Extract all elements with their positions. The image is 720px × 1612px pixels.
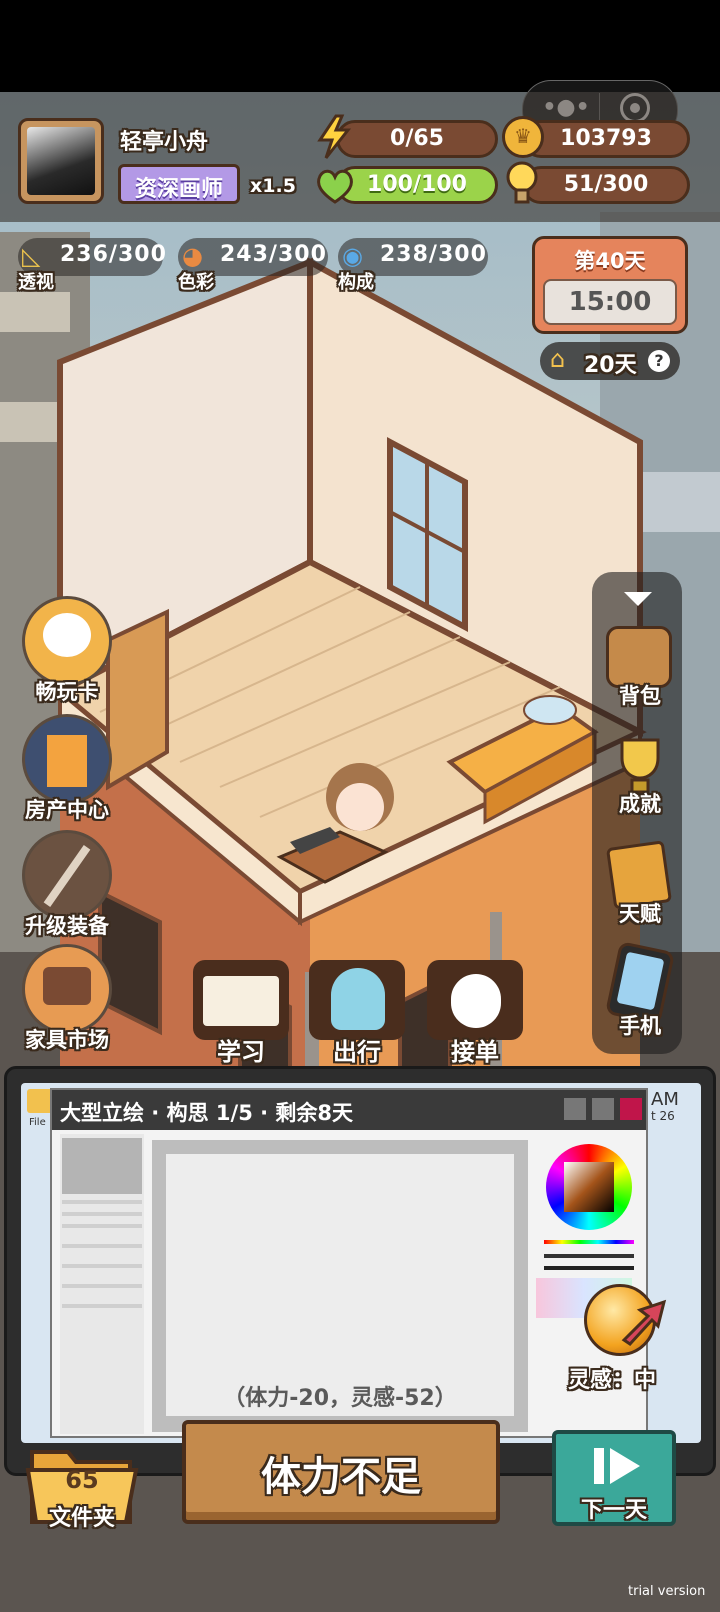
- maximize-button[interactable]: [592, 1098, 614, 1120]
- house-icon: ⌂: [550, 345, 566, 373]
- close-button[interactable]: [620, 1098, 642, 1120]
- triangle-down-icon[interactable]: [620, 586, 656, 610]
- action-label: 出行: [333, 1038, 381, 1066]
- furniture-icon: [22, 944, 112, 1034]
- skill-perspective[interactable]: ◺ 236/300 透视: [18, 238, 166, 293]
- avatar-portrait: [27, 127, 95, 195]
- skill-label: 透视: [18, 272, 54, 293]
- drawing-canvas[interactable]: [166, 1154, 514, 1416]
- menu-play-card[interactable]: 畅玩卡: [22, 596, 112, 706]
- menu-label: 成就: [619, 792, 661, 816]
- task-title: 大型立绘 · 构思 1/5 · 剩余8天: [60, 1101, 354, 1125]
- ruler-icon: ◺: [22, 242, 41, 270]
- action-take-order[interactable]: 接单: [420, 960, 530, 1067]
- value-slider[interactable]: [544, 1266, 634, 1270]
- rabbit-icon: [427, 960, 523, 1040]
- skill-value: 236/300: [60, 242, 167, 267]
- action-label: 学习: [217, 1038, 265, 1066]
- calendar[interactable]: 第40天 15:00: [532, 236, 688, 334]
- title-badge[interactable]: 资深画师: [118, 164, 240, 204]
- action-study[interactable]: 学习: [186, 960, 296, 1067]
- corner-text-am: AM: [651, 1089, 679, 1110]
- action-travel[interactable]: 出行: [302, 960, 412, 1067]
- menu-label: 手机: [619, 1014, 661, 1038]
- status-bar-area: [0, 0, 720, 92]
- ghost-icon: [309, 960, 405, 1040]
- inspiration-value: 51/300: [563, 172, 649, 197]
- trophy-icon: [610, 734, 670, 796]
- energy-bar[interactable]: 0/65: [336, 120, 498, 158]
- crown-coin-icon: ♛: [502, 116, 544, 158]
- layer-panel: [60, 1134, 144, 1434]
- saturation-slider[interactable]: [544, 1254, 634, 1258]
- rent-days: 20天: [584, 353, 637, 378]
- inspiration-bar[interactable]: 51/300: [522, 166, 690, 204]
- menu-upgrade-equipment[interactable]: 升级装备: [22, 830, 112, 940]
- inspiration-level: 灵感：中: [568, 1368, 657, 1393]
- folder-button[interactable]: 65 文件夹: [22, 1430, 142, 1531]
- painting-window: 大型立绘 · 构思 1/5 · 剩余8天 （体力-20，灵感-52）: [50, 1088, 648, 1438]
- menu-label: 天赋: [619, 902, 661, 926]
- main-action-label: 体力不足: [261, 1454, 421, 1500]
- palette-icon: ◕: [182, 242, 203, 270]
- skill-value: 243/300: [220, 242, 327, 267]
- skill-label: 构成: [338, 272, 374, 293]
- menu-label: 家具市场: [25, 1028, 109, 1052]
- menu-label: 房产中心: [25, 798, 109, 822]
- folder-label: 文件夹: [48, 1506, 115, 1531]
- lightning-icon: [314, 114, 354, 160]
- dog-card-icon: [22, 596, 112, 686]
- coins-bar[interactable]: 103793: [522, 120, 690, 158]
- hue-slider[interactable]: [544, 1240, 634, 1244]
- skill-composition[interactable]: ◉ 238/300 构成: [338, 238, 488, 293]
- corner-text-t: t 26: [651, 1109, 675, 1123]
- coins-value: 103793: [560, 126, 652, 151]
- question-icon[interactable]: ?: [648, 350, 670, 372]
- avatar[interactable]: [18, 118, 104, 204]
- menu-property-center[interactable]: 房产中心: [22, 714, 112, 824]
- energy-value: 0/65: [390, 126, 444, 151]
- next-day-button[interactable]: 下一天: [552, 1430, 676, 1526]
- color-wheel[interactable]: [546, 1144, 632, 1230]
- menu-furniture-market[interactable]: 家具市场: [22, 944, 112, 1054]
- window-titlebar: 大型立绘 · 构思 1/5 · 剩余8天: [52, 1090, 646, 1130]
- menu-label: 畅玩卡: [35, 680, 99, 704]
- building-icon: [22, 714, 112, 804]
- lightbulb-icon: [505, 160, 539, 206]
- health-value: 100/100: [367, 172, 467, 197]
- arrow-up-icon: [618, 1296, 668, 1346]
- minimize-button[interactable]: [564, 1098, 586, 1120]
- title-badge-label: 资深画师: [134, 177, 223, 202]
- multiplier-text: x1.5: [250, 175, 296, 197]
- camera-icon: ◉: [342, 242, 363, 270]
- task-cost: （体力-20，灵感-52）: [223, 1386, 457, 1411]
- next-day-label: 下一天: [580, 1498, 647, 1523]
- backpack-icon: [606, 626, 672, 688]
- file-label: File: [29, 1117, 46, 1128]
- health-bar[interactable]: 100/100: [336, 166, 498, 204]
- skill-label: 色彩: [178, 272, 214, 293]
- folder-count: 65: [65, 1466, 99, 1494]
- calendar-day: 第40天: [574, 249, 646, 273]
- calendar-time: 15:00: [543, 279, 677, 325]
- menu-label: 升级装备: [25, 914, 109, 938]
- play-next-icon: [590, 1444, 644, 1488]
- skill-color[interactable]: ◕ 243/300 色彩: [178, 238, 328, 293]
- rent-remaining[interactable]: ⌂ 20天 ?: [540, 342, 680, 380]
- watermark: trial version: [628, 1584, 706, 1599]
- heart-icon: [314, 166, 356, 206]
- menu-label: 背包: [619, 684, 661, 708]
- main-action-button[interactable]: 体力不足: [182, 1420, 500, 1524]
- brush-tools-icon: [22, 830, 112, 920]
- book-icon: [193, 960, 289, 1040]
- action-label: 接单: [451, 1038, 499, 1066]
- skill-value: 238/300: [380, 242, 487, 267]
- player-name: 轻亭小舟: [120, 130, 209, 155]
